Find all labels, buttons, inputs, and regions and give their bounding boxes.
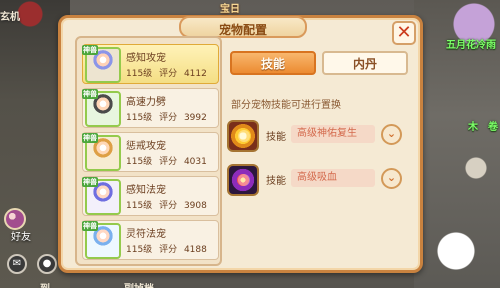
pet-level: 115级 bbox=[126, 157, 153, 167]
pet-stats: 115级 评分 3992 bbox=[126, 110, 211, 123]
pet-list-item[interactable]: 神兽 惩戒攻宠 115级 评分 4031 bbox=[82, 132, 219, 172]
skill-dropdown-button[interactable]: ⌄ bbox=[381, 168, 402, 189]
pet-list-item[interactable]: 神兽 灵符法宠 115级 评分 4188 bbox=[82, 220, 219, 260]
voice-button[interactable]: ● bbox=[37, 254, 57, 274]
pet-score-label: 评分 bbox=[159, 113, 178, 123]
pet-list-item[interactable]: 神兽 感知法宠 115级 评分 3908 bbox=[82, 176, 219, 216]
pet-score: 3908 bbox=[183, 201, 207, 211]
pet-name: 灵符法宠 bbox=[126, 229, 166, 240]
pet-name: 感知法宠 bbox=[126, 185, 166, 196]
pet-level: 115级 bbox=[126, 245, 153, 255]
skill-value: 高级神佑复生 bbox=[291, 125, 375, 143]
skill-replace-hint: 部分宠物技能可进行置换 bbox=[231, 100, 341, 111]
top-left-scene-text: 玄机 bbox=[0, 12, 20, 23]
tab-inner-pill[interactable]: 内丹 bbox=[322, 51, 408, 75]
pet-score: 4188 bbox=[183, 245, 207, 255]
top-center-scene-text: 宝日 bbox=[220, 4, 240, 15]
pet-score-label: 评分 bbox=[159, 69, 178, 79]
pet-stats: 115级 评分 4031 bbox=[126, 154, 211, 167]
voice-icon: ● bbox=[42, 258, 52, 269]
chevron-down-icon: ⌄ bbox=[386, 127, 397, 140]
pet-list: 神兽 感知攻宠 115级 评分 4112 神兽 高速力劈 115级 评分 399… bbox=[82, 44, 219, 264]
pet-level: 115级 bbox=[126, 113, 153, 123]
pet-detail-panel: 技能 内丹 部分宠物技能可进行置换 技能 高级神佑复生 ⌄ 技能 高级吸血 ⌄ bbox=[227, 36, 415, 266]
pet-name: 高速力劈 bbox=[126, 97, 166, 108]
dialog-title-bar: 宠物配置 bbox=[179, 16, 307, 38]
tab-skill[interactable]: 技能 bbox=[230, 51, 316, 75]
pet-score: 4031 bbox=[183, 157, 207, 167]
pet-list-item-selected[interactable]: 神兽 感知攻宠 115级 评分 4112 bbox=[82, 44, 219, 84]
pet-name: 惩戒攻宠 bbox=[126, 141, 166, 152]
pet-stats: 115级 评分 4112 bbox=[126, 66, 211, 79]
right-scene-text-2: 木 bbox=[468, 122, 478, 133]
pet-stats: 115级 评分 4188 bbox=[126, 242, 211, 255]
chat-icon: ✉ bbox=[12, 258, 22, 269]
pet-level: 115级 bbox=[126, 69, 153, 79]
pet-badge: 神兽 bbox=[82, 89, 98, 99]
pet-list-item[interactable]: 神兽 高速力劈 115级 评分 3992 bbox=[82, 88, 219, 128]
chat-button[interactable]: ✉ bbox=[7, 254, 27, 274]
right-scene-text-1: 五月花冷雨 bbox=[446, 40, 496, 51]
pet-score-label: 评分 bbox=[159, 245, 178, 255]
skill-value: 高级吸血 bbox=[291, 169, 375, 187]
skill-row: 技能 高级神佑复生 ⌄ bbox=[227, 120, 415, 152]
pet-badge: 神兽 bbox=[82, 221, 98, 231]
pet-stats: 115级 评分 3908 bbox=[126, 198, 211, 211]
pet-name: 感知攻宠 bbox=[126, 53, 166, 64]
chevron-down-icon: ⌄ bbox=[386, 171, 397, 184]
pet-config-tabs: 技能 内丹 bbox=[230, 51, 412, 77]
pet-badge: 神兽 bbox=[82, 45, 98, 55]
pet-score: 3992 bbox=[183, 113, 207, 123]
revive-icon bbox=[227, 120, 259, 152]
right-scene-text-3: 卷 bbox=[488, 122, 498, 133]
skill-row: 技能 高级吸血 ⌄ bbox=[227, 164, 415, 196]
skill-dropdown-button[interactable]: ⌄ bbox=[381, 124, 402, 145]
vampire-icon bbox=[227, 164, 259, 196]
pet-config-dialog: 宠物配置 ✕ 神兽 感知攻宠 115级 评分 4112 神兽 高速力劈 115级… bbox=[58, 15, 423, 273]
game-screen: 玄机 宝日 五月花冷雨 木 卷 到 副掉档 好友 ✉ ● 宠物配置 ✕ 神兽 感… bbox=[0, 0, 500, 288]
pet-badge: 神兽 bbox=[82, 133, 98, 143]
pet-badge: 神兽 bbox=[82, 177, 98, 187]
skill-label: 技能 bbox=[266, 176, 286, 187]
pet-score-label: 评分 bbox=[159, 157, 178, 167]
skill-label: 技能 bbox=[266, 132, 286, 143]
bottom-scene-text-1: 到 bbox=[40, 280, 50, 288]
friend-label: 好友 bbox=[11, 232, 31, 243]
pet-score-label: 评分 bbox=[159, 201, 178, 211]
pet-level: 115级 bbox=[126, 201, 153, 211]
friend-avatar[interactable] bbox=[4, 208, 26, 230]
pet-score: 4112 bbox=[183, 69, 207, 79]
pet-list-panel: 神兽 感知攻宠 115级 评分 4112 神兽 高速力劈 115级 评分 399… bbox=[75, 36, 222, 266]
bottom-scene-text-2: 副掉档 bbox=[124, 280, 154, 288]
